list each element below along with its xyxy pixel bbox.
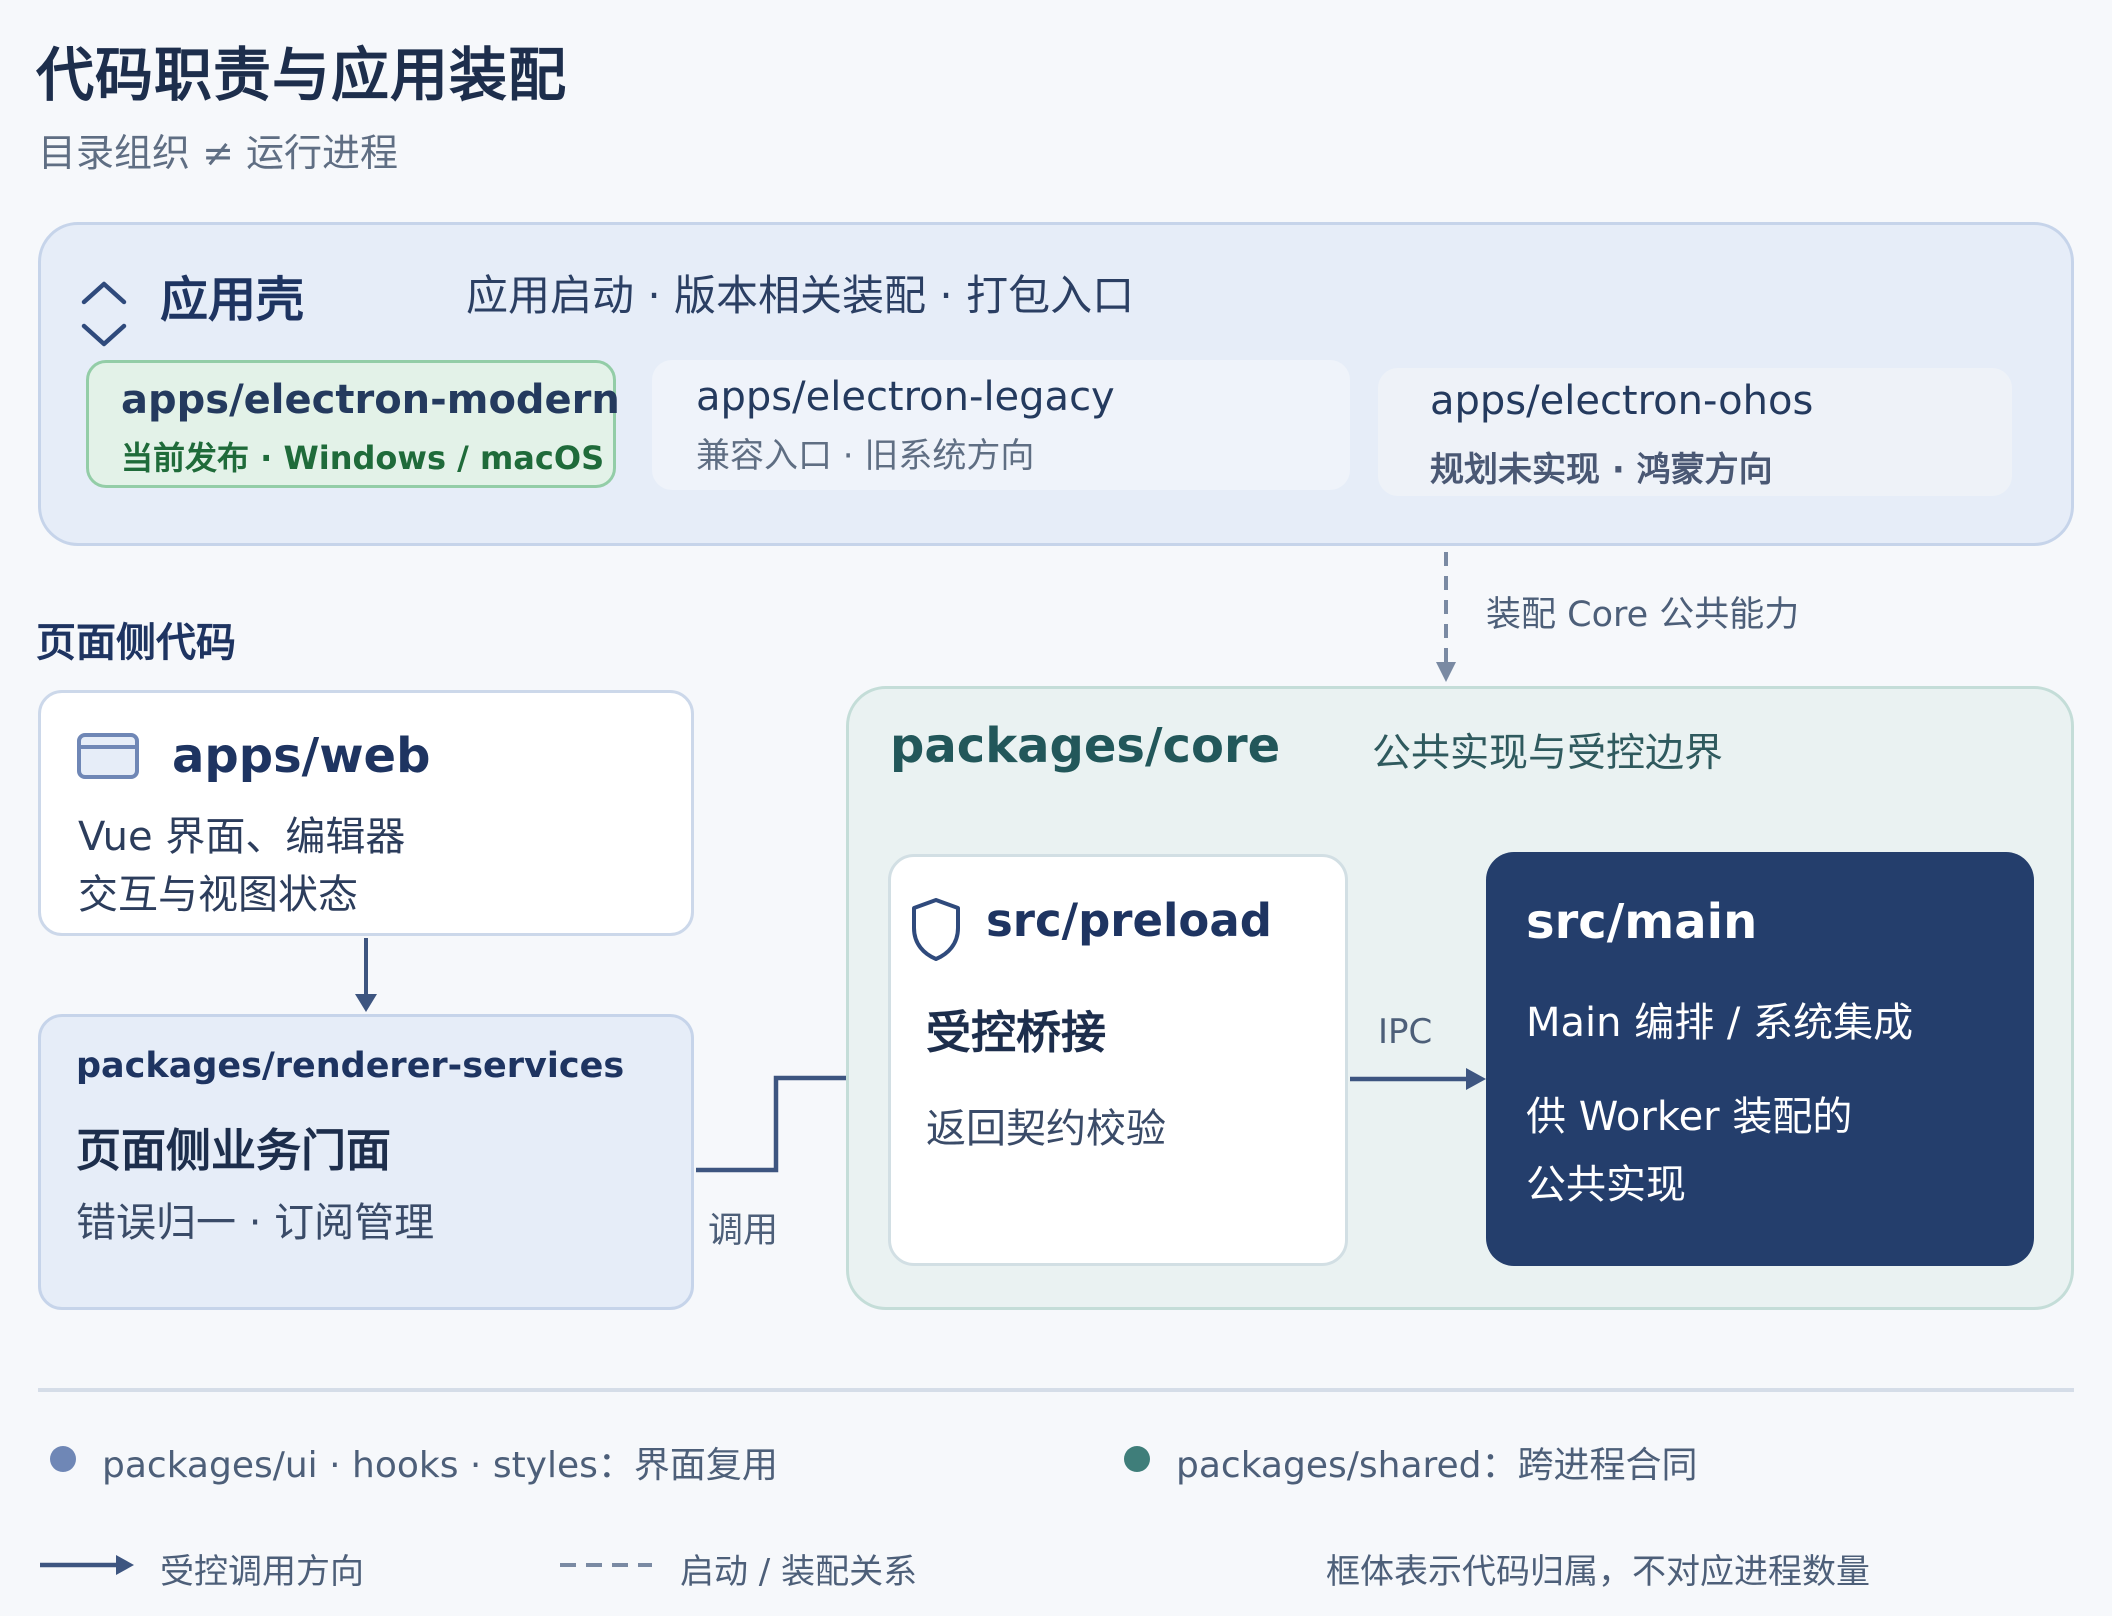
core-package-path: packages/core — [890, 718, 1281, 774]
preload-title: 受控桥接 — [926, 1006, 1107, 1059]
web-app-line: Vue 界面、编辑器 — [78, 814, 406, 860]
renderer-services-path: packages/renderer-services — [76, 1046, 625, 1086]
ui-packages-dot-icon — [50, 1446, 76, 1472]
ipc-arrow — [1350, 1068, 1486, 1090]
call-label: 调用 — [708, 1211, 779, 1251]
core-package-description: 公共实现与受控边界 — [1372, 731, 1724, 776]
renderer-services-title: 页面侧业务门面 — [76, 1124, 392, 1177]
main-path: src/main — [1526, 894, 1758, 950]
expand-collapse-icon[interactable] — [80, 272, 128, 356]
legend-shared-package: packages/shared：跨进程合同 — [1176, 1445, 1698, 1486]
assembly-link — [1436, 552, 1456, 682]
legend-footnote: 框体表示代码归属，不对应进程数量 — [1326, 1552, 1870, 1592]
page-title: 代码职责与应用装配 — [36, 41, 568, 109]
app-shell-title: 应用壳 — [160, 272, 305, 328]
card-note: 规划未实现 · 鸿蒙方向 — [1430, 450, 1773, 490]
renderer-services-description: 错误归一 · 订阅管理 — [76, 1200, 435, 1246]
card-path: apps/electron-ohos — [1430, 378, 1814, 424]
legend-dashed-line-label: 启动 / 装配关系 — [680, 1552, 918, 1592]
shield-icon — [912, 898, 960, 961]
card-note: 当前发布 · Windows / macOS — [121, 439, 605, 477]
main-line: Main 编排 / 系统集成 — [1526, 1000, 1914, 1046]
main-line: 供 Worker 装配的 — [1526, 1094, 1853, 1140]
browser-window-icon — [77, 733, 139, 779]
preload-path: src/preload — [986, 894, 1272, 947]
solid-arrow-key-icon — [40, 1555, 134, 1575]
card-path: apps/electron-legacy — [696, 374, 1115, 420]
card-path: apps/electron-modern — [121, 377, 620, 423]
web-app-path: apps/web — [172, 728, 431, 784]
app-shell-description: 应用启动 · 版本相关装配 · 打包入口 — [466, 271, 1135, 320]
card-electron-ohos: apps/electron-ohos 规划未实现 · 鸿蒙方向 — [1378, 368, 2012, 496]
dashed-line-key-icon — [560, 1563, 652, 1567]
card-electron-modern: apps/electron-modern 当前发布 · Windows / ma… — [86, 360, 620, 488]
card-electron-legacy: apps/electron-legacy 兼容入口 · 旧系统方向 — [652, 360, 1350, 490]
card-note: 兼容入口 · 旧系统方向 — [696, 436, 1035, 476]
web-app-line: 交互与视图状态 — [78, 872, 358, 918]
main-line: 公共实现 — [1526, 1162, 1686, 1208]
assembly-link-label: 装配 Core 公共能力 — [1486, 595, 1800, 635]
arrow-down-icon — [355, 938, 377, 1012]
legend-solid-arrow-label: 受控调用方向 — [160, 1552, 364, 1592]
legend-divider — [38, 1388, 2074, 1392]
page-side-section-label: 页面侧代码 — [36, 620, 236, 666]
legend-ui-packages: packages/ui · hooks · styles：界面复用 — [102, 1445, 778, 1486]
preload-description: 返回契约校验 — [926, 1106, 1166, 1152]
shared-package-dot-icon — [1124, 1446, 1150, 1472]
ipc-label: IPC — [1378, 1012, 1433, 1052]
page-subtitle: 目录组织 ≠ 运行进程 — [38, 131, 398, 175]
